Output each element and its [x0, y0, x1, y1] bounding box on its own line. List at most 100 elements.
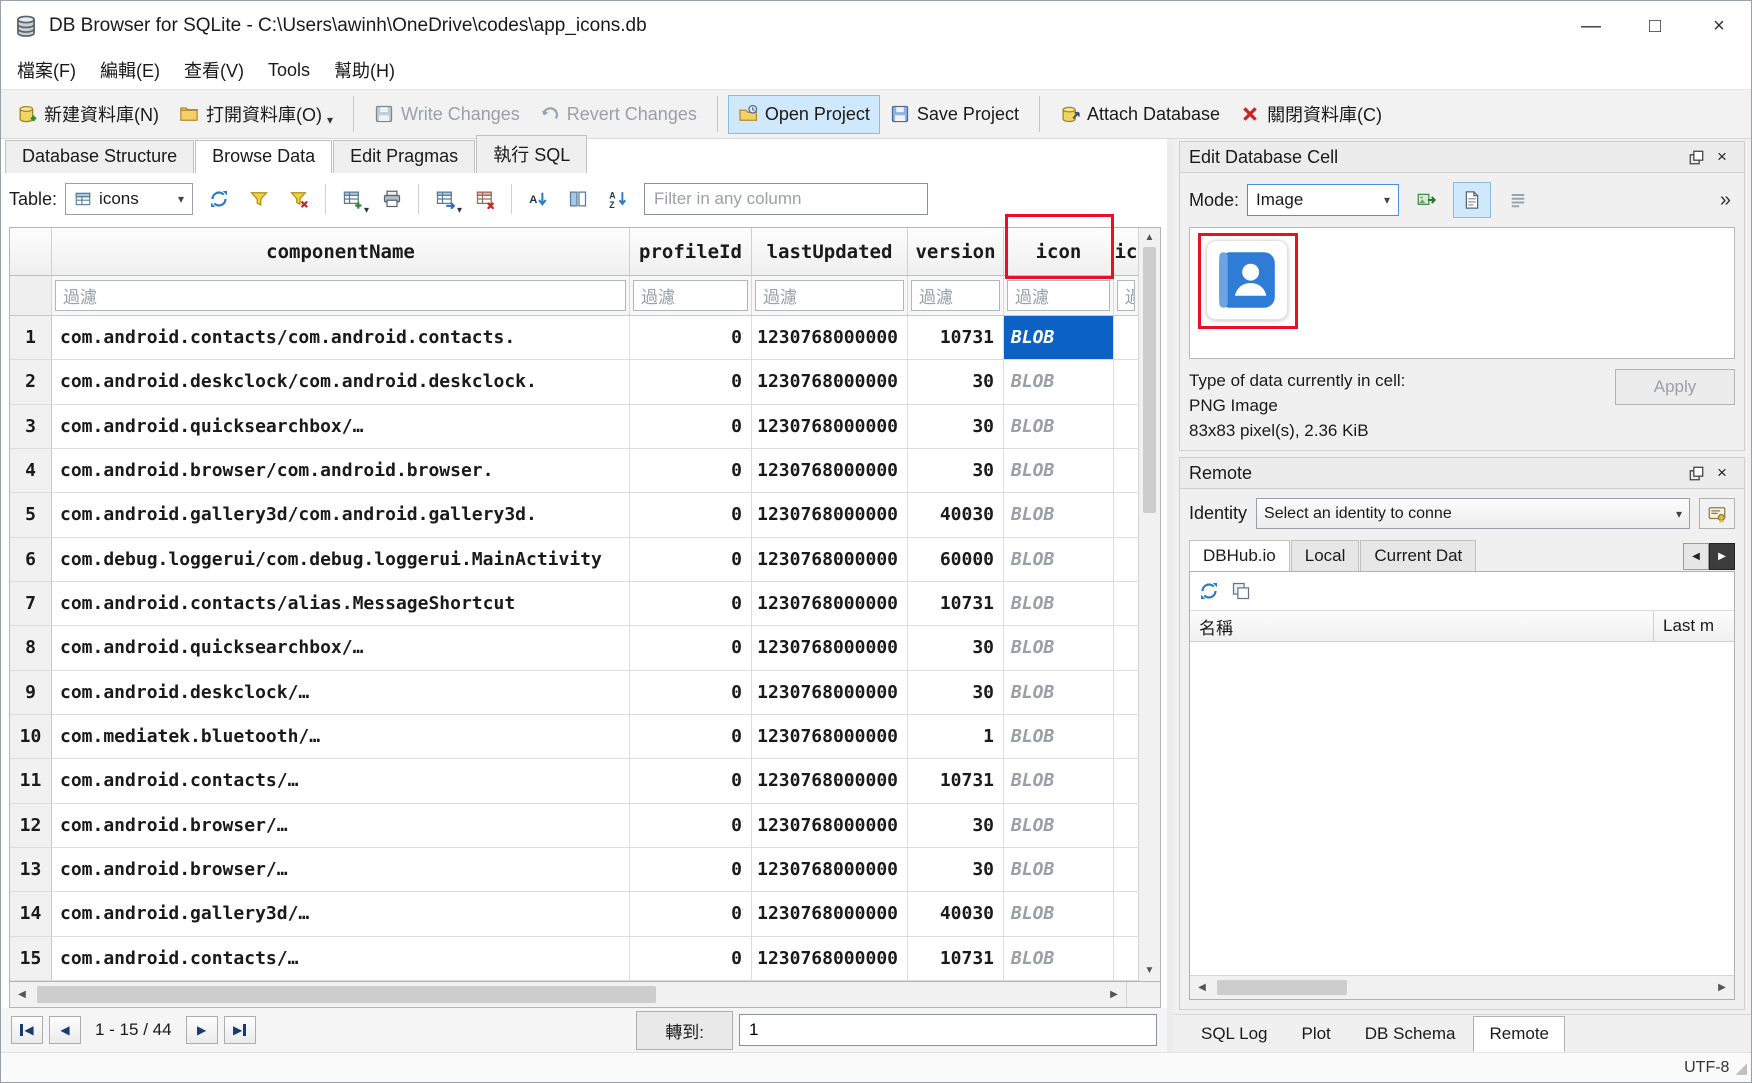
- cell-lastUpdated[interactable]: 1230768000000: [752, 626, 908, 669]
- row-number[interactable]: 11: [10, 759, 52, 802]
- cell-icon-blob[interactable]: BLOB: [1004, 316, 1114, 359]
- cell-lastUpdated[interactable]: 1230768000000: [752, 892, 908, 935]
- cell-lastUpdated[interactable]: 1230768000000: [752, 937, 908, 980]
- column-header-componentName[interactable]: componentName: [52, 228, 630, 276]
- cell-componentName[interactable]: com.android.contacts/…: [52, 937, 630, 980]
- more-tools-icon[interactable]: »: [1716, 189, 1735, 212]
- toolbar-button-1[interactable]: 打開資料庫(O)▾: [169, 92, 343, 136]
- refresh-button[interactable]: [201, 181, 237, 217]
- import-certificate-button[interactable]: [1699, 498, 1735, 529]
- cell-clipped[interactable]: [1114, 671, 1138, 714]
- row-number[interactable]: 2: [10, 360, 52, 403]
- toolbar-button-7[interactable]: 關閉資料庫(C): [1230, 92, 1392, 136]
- cell-version[interactable]: 30: [908, 671, 1004, 714]
- cell-componentName[interactable]: com.android.contacts/com.android.contact…: [52, 316, 630, 359]
- cell-profileId[interactable]: 0: [630, 405, 752, 448]
- row-number[interactable]: 1: [10, 316, 52, 359]
- cell-icon-blob[interactable]: BLOB: [1004, 493, 1114, 536]
- row-number[interactable]: 15: [10, 937, 52, 980]
- cell-componentName[interactable]: com.android.quicksearchbox/…: [52, 405, 630, 448]
- cell-lastUpdated[interactable]: 1230768000000: [752, 405, 908, 448]
- vertical-scroll-thumb[interactable]: [1143, 247, 1156, 513]
- filter-input-version[interactable]: 過濾: [911, 280, 1000, 311]
- cell-icon-blob[interactable]: BLOB: [1004, 626, 1114, 669]
- cell-profileId[interactable]: 0: [630, 671, 752, 714]
- cell-clipped[interactable]: [1114, 405, 1138, 448]
- clone-database-icon[interactable]: [1231, 581, 1251, 601]
- row-number[interactable]: 13: [10, 848, 52, 891]
- cell-profileId[interactable]: 0: [630, 316, 752, 359]
- menu-item-3[interactable]: Tools: [256, 54, 322, 87]
- cell-icon-blob[interactable]: BLOB: [1004, 848, 1114, 891]
- cell-clipped[interactable]: [1114, 360, 1138, 403]
- menu-item-1[interactable]: 編輯(E): [88, 51, 172, 89]
- cell-profileId[interactable]: 0: [630, 892, 752, 935]
- close-panel-icon[interactable]: ×: [1709, 145, 1735, 169]
- word-wrap-button[interactable]: [1499, 182, 1537, 218]
- dock-tab-sql-log[interactable]: SQL Log: [1185, 1016, 1283, 1052]
- cell-clipped[interactable]: [1114, 626, 1138, 669]
- cell-version[interactable]: 40030: [908, 892, 1004, 935]
- cell-lastUpdated[interactable]: 1230768000000: [752, 759, 908, 802]
- cell-version[interactable]: 10731: [908, 316, 1004, 359]
- cell-icon-blob[interactable]: BLOB: [1004, 449, 1114, 492]
- filter-input-lastUpdated[interactable]: 過濾: [755, 280, 904, 311]
- vertical-scrollbar[interactable]: ▲ ▼: [1138, 228, 1160, 981]
- cell-componentName[interactable]: com.android.browser/…: [52, 848, 630, 891]
- vertical-scroll-track[interactable]: [1139, 245, 1160, 964]
- cell-version[interactable]: 60000: [908, 538, 1004, 581]
- cell-profileId[interactable]: 0: [630, 715, 752, 758]
- cell-version[interactable]: 30: [908, 626, 1004, 669]
- cell-clipped[interactable]: [1114, 582, 1138, 625]
- cell-version[interactable]: 1: [908, 715, 1004, 758]
- cell-clipped[interactable]: [1114, 892, 1138, 935]
- cell-icon-blob[interactable]: BLOB: [1004, 405, 1114, 448]
- row-number[interactable]: 10: [10, 715, 52, 758]
- cell-clipped[interactable]: [1114, 493, 1138, 536]
- close-button[interactable]: ×: [1687, 1, 1751, 51]
- remote-file-list[interactable]: [1190, 642, 1734, 975]
- cell-profileId[interactable]: 0: [630, 493, 752, 536]
- cell-clipped[interactable]: [1114, 538, 1138, 581]
- filter-input-profileId[interactable]: 過濾: [633, 280, 748, 311]
- row-number[interactable]: 3: [10, 405, 52, 448]
- filter-input-icon[interactable]: 過濾: [1007, 280, 1110, 311]
- mode-select[interactable]: Image ▾: [1247, 184, 1399, 216]
- toolbar-button-2[interactable]: Write Changes: [364, 95, 530, 134]
- cell-icon-blob[interactable]: BLOB: [1004, 937, 1114, 980]
- sort-az-button[interactable]: AZ: [600, 181, 636, 217]
- cell-version[interactable]: 30: [908, 449, 1004, 492]
- export-table-button[interactable]: ▾: [427, 181, 463, 217]
- scroll-down-icon[interactable]: ▼: [1145, 964, 1155, 978]
- next-record-button[interactable]: ▶: [186, 1016, 218, 1044]
- cell-profileId[interactable]: 0: [630, 804, 752, 847]
- cell-componentName[interactable]: com.android.browser/com.android.browser.: [52, 449, 630, 492]
- cell-lastUpdated[interactable]: 1230768000000: [752, 671, 908, 714]
- text-mode-button[interactable]: [1453, 182, 1491, 218]
- cell-clipped[interactable]: [1114, 804, 1138, 847]
- cell-clipped[interactable]: [1114, 937, 1138, 980]
- corner-header-cell[interactable]: [10, 228, 52, 276]
- scroll-left-icon[interactable]: ◀: [1190, 982, 1214, 993]
- columns-button[interactable]: [560, 181, 596, 217]
- cell-icon-blob[interactable]: BLOB: [1004, 538, 1114, 581]
- sort-asc-button[interactable]: A: [520, 181, 556, 217]
- toolbar-button-3[interactable]: Revert Changes: [530, 95, 707, 134]
- cell-lastUpdated[interactable]: 1230768000000: [752, 848, 908, 891]
- cell-profileId[interactable]: 0: [630, 582, 752, 625]
- tab-database-structure[interactable]: Database Structure: [5, 140, 194, 173]
- cell-profileId[interactable]: 0: [630, 538, 752, 581]
- goto-button[interactable]: 轉到:: [636, 1011, 733, 1050]
- print-button[interactable]: [374, 181, 410, 217]
- filter-input-clipped[interactable]: 過濾: [1117, 280, 1135, 311]
- cell-componentName[interactable]: com.android.gallery3d/com.android.galler…: [52, 493, 630, 536]
- filter-any-column-input[interactable]: [644, 183, 928, 215]
- remote-tab-current-dat[interactable]: Current Dat: [1360, 540, 1476, 571]
- dock-tab-db-schema[interactable]: DB Schema: [1349, 1016, 1472, 1052]
- cell-version[interactable]: 30: [908, 848, 1004, 891]
- scroll-right-icon[interactable]: ▶: [1102, 989, 1126, 1000]
- remote-tab-dbhub-io[interactable]: DBHub.io: [1189, 540, 1290, 571]
- cell-componentName[interactable]: com.android.quicksearchbox/…: [52, 626, 630, 669]
- filter-button[interactable]: [241, 181, 277, 217]
- cell-lastUpdated[interactable]: 1230768000000: [752, 360, 908, 403]
